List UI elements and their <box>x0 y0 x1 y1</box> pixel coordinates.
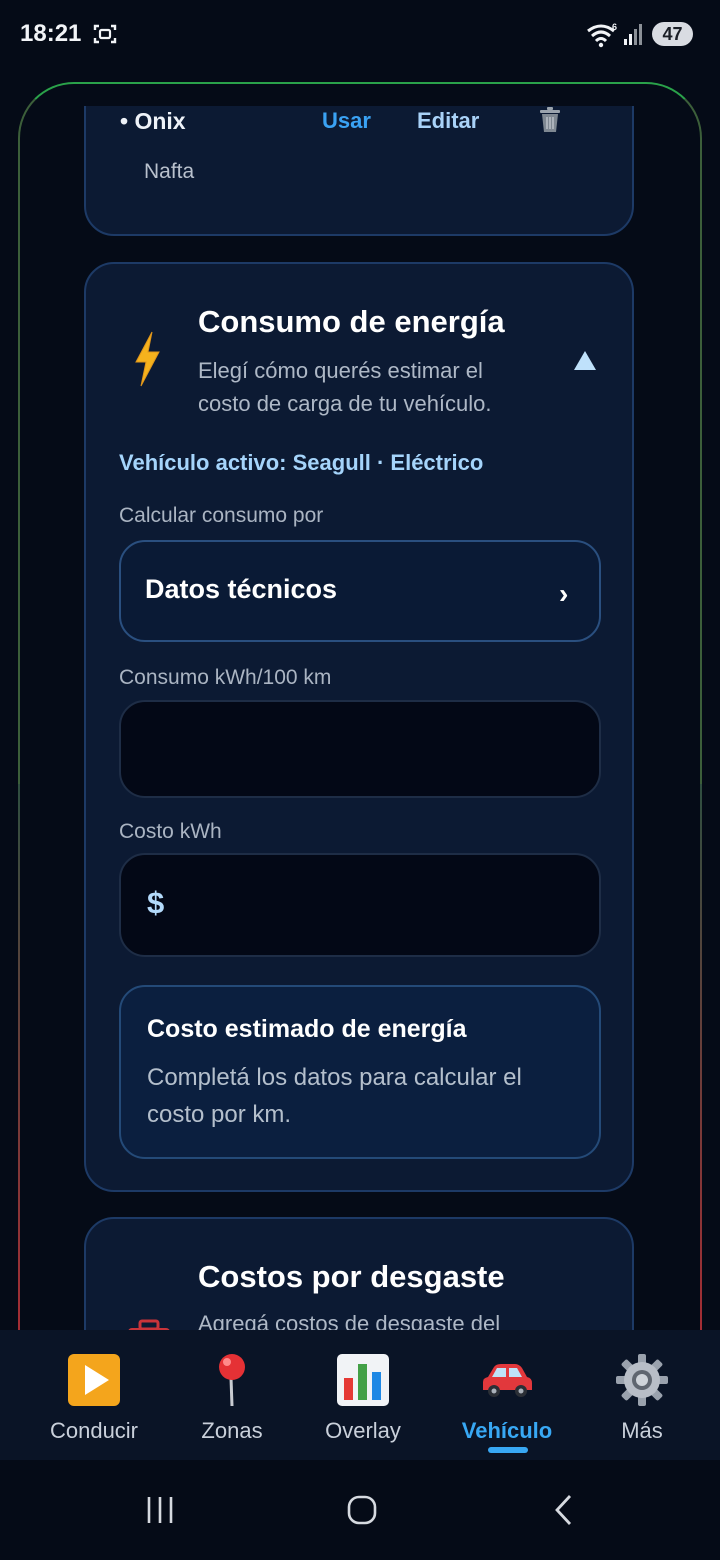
nav-label: Zonas <box>201 1418 263 1443</box>
cost-kwh-label: Costo kWh <box>119 820 222 843</box>
nav-zonas[interactable]: Zonas <box>167 1348 297 1458</box>
gear-icon <box>616 1354 668 1406</box>
calc-method-select[interactable]: Datos técnicos › <box>119 540 601 642</box>
cost-kwh-input[interactable] <box>181 855 585 957</box>
nav-conducir[interactable]: Conducir <box>29 1348 159 1458</box>
wear-costs-card[interactable]: Costos por desgaste Agregá costos de des… <box>84 1217 634 1330</box>
energy-description: Elegí cómo querés estimar el costo de ca… <box>198 358 492 416</box>
consumption-input-box <box>119 700 601 798</box>
signal-icon <box>624 24 642 45</box>
wifi-icon: 6 <box>587 22 617 48</box>
use-vehicle-button[interactable]: Usar <box>322 108 371 134</box>
active-vehicle-label: Vehículo activo: Seagull · Eléctrico <box>119 450 484 475</box>
consumption-label: Consumo kWh/100 km <box>119 666 332 689</box>
recent-apps-icon[interactable] <box>138 1488 182 1532</box>
wear-title: Costos por desgaste <box>198 1259 505 1294</box>
trash-icon[interactable] <box>538 106 562 134</box>
vehicle-card-onix: • Onix Usar Editar Nafta <box>84 106 634 236</box>
energy-estimate-box: Costo estimado de energía Completá los d… <box>119 985 601 1159</box>
edit-vehicle-button[interactable]: Editar <box>417 108 479 134</box>
nav-label: Overlay <box>325 1418 401 1443</box>
nav-vehiculo[interactable]: Vehículo <box>442 1348 572 1458</box>
bolt-icon <box>135 331 160 387</box>
clock: 18:21 <box>20 20 82 47</box>
nav-label: Conducir <box>49 1418 139 1443</box>
chart-icon <box>337 1354 389 1406</box>
estimate-title: Costo estimado de energía <box>147 1015 467 1043</box>
currency-symbol: $ <box>147 885 165 920</box>
estimate-description: Completá los datos para calcular el cost… <box>147 1064 522 1128</box>
collapse-arrow-icon[interactable] <box>572 348 598 374</box>
status-bar: 18:21 6 47 <box>0 0 720 70</box>
car-icon <box>483 1364 532 1397</box>
nav-label: Más <box>621 1418 663 1443</box>
calc-method-value: Datos técnicos <box>145 574 338 604</box>
energy-title: Consumo de energía <box>198 304 505 339</box>
toolbox-icon <box>128 1319 170 1330</box>
screencap-icon <box>93 24 117 44</box>
consumption-input[interactable] <box>145 702 549 798</box>
chevron-right-icon: › <box>559 578 569 609</box>
wifi-badge: 6 <box>612 22 617 32</box>
vehicle-scroll-area[interactable]: • Onix Usar Editar Nafta Consumo de ener… <box>20 106 700 1330</box>
active-tab-indicator <box>488 1447 528 1453</box>
back-icon[interactable] <box>542 1488 586 1532</box>
vehicle-fuel-type: Nafta <box>144 160 195 183</box>
calc-method-label: Calcular consumo por <box>119 504 324 527</box>
wear-description: Agregá costos de desgaste del <box>198 1311 501 1330</box>
nav-mas[interactable]: Más <box>577 1348 707 1458</box>
cost-kwh-input-box: $ <box>119 853 601 957</box>
energy-consumption-card: Consumo de energía Elegí cómo querés est… <box>84 262 634 1192</box>
battery-icon: 47 <box>652 22 693 46</box>
system-nav-bar <box>0 1460 720 1560</box>
home-icon[interactable] <box>340 1488 384 1532</box>
pin-icon <box>219 1354 245 1407</box>
vehicle-name: • Onix <box>120 108 186 134</box>
nav-overlay[interactable]: Overlay <box>298 1348 428 1458</box>
bottom-nav: Conducir Zonas Overlay Vehículo Más <box>0 1330 720 1460</box>
nav-label: Vehículo <box>461 1418 553 1443</box>
play-icon <box>68 1354 120 1406</box>
